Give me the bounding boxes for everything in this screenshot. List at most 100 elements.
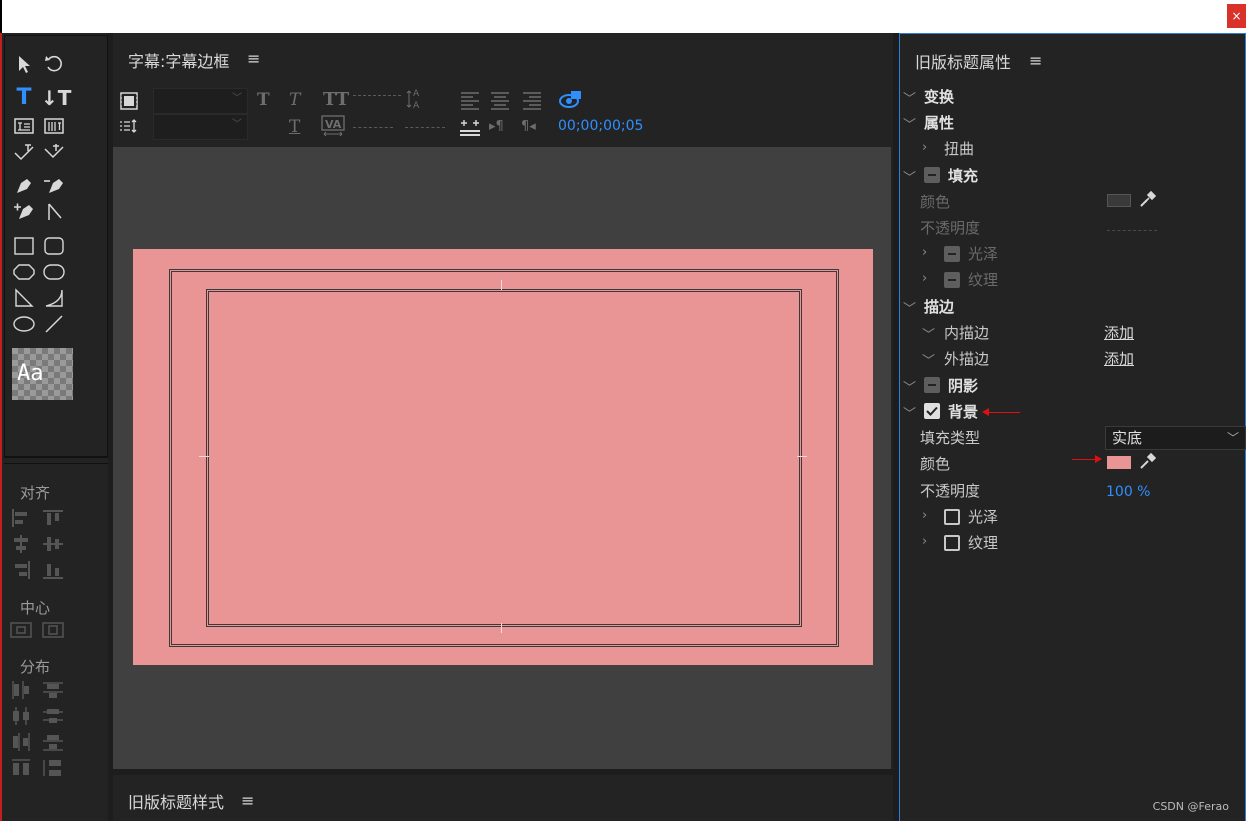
chevron-right-icon[interactable]: › xyxy=(922,508,927,523)
paragraph-forward-icon[interactable]: ▸¶ xyxy=(489,119,504,134)
fill-section[interactable]: 填充 xyxy=(948,165,978,186)
wedge-tool-icon[interactable] xyxy=(11,286,37,310)
convert-anchor-tool-icon[interactable] xyxy=(41,200,67,224)
ellipse-tool-icon[interactable] xyxy=(11,312,37,336)
align-top-icon[interactable] xyxy=(42,508,64,528)
arc-tool-icon[interactable] xyxy=(41,286,67,310)
vertical-type-tool-icon[interactable]: ↓T xyxy=(41,86,71,110)
background-checkbox[interactable] xyxy=(924,403,940,419)
chevron-right-icon[interactable]: › xyxy=(922,245,927,260)
type-tool-icon[interactable]: T xyxy=(11,86,37,110)
italic-icon[interactable]: T xyxy=(289,90,300,110)
rounded-corner-rectangle-tool-icon[interactable] xyxy=(41,260,67,284)
tab-stops-icon[interactable] xyxy=(119,117,139,135)
line-tool-icon[interactable] xyxy=(41,312,67,336)
shadow-checkbox[interactable] xyxy=(924,377,940,393)
align-text-right-icon[interactable] xyxy=(521,90,543,110)
bg-sheen-checkbox[interactable] xyxy=(944,509,960,525)
font-size-icon[interactable]: TT xyxy=(323,89,349,110)
distort-section[interactable]: 扭曲 xyxy=(944,138,974,159)
vertical-area-type-tool-icon[interactable] xyxy=(41,114,67,138)
fill-sheen-checkbox[interactable] xyxy=(944,246,960,262)
delete-anchor-tool-icon[interactable] xyxy=(41,174,67,198)
timecode[interactable]: 00;00;00;05 xyxy=(558,118,643,134)
add-inner-stroke-link[interactable]: 添加 xyxy=(1104,322,1134,343)
distribute-bottom-icon[interactable] xyxy=(42,732,64,752)
distribute-vertical-space-icon[interactable] xyxy=(42,758,64,778)
path-type-tool-icon[interactable] xyxy=(11,140,37,164)
shadow-section[interactable]: 阴影 xyxy=(948,375,978,396)
chevron-down-icon[interactable]: ﹀ xyxy=(922,324,935,343)
fill-texture-checkbox[interactable] xyxy=(944,272,960,288)
add-anchor-tool-icon[interactable] xyxy=(11,200,37,224)
paragraph-back-icon[interactable]: ¶◂ xyxy=(521,119,536,134)
chevron-right-icon[interactable]: › xyxy=(922,140,927,155)
bg-eyedropper-icon[interactable] xyxy=(1138,451,1158,475)
font-family-dropdown[interactable]: ﹀ xyxy=(153,88,248,114)
chevron-down-icon[interactable]: ﹀ xyxy=(903,114,916,133)
baseline-shift-icon[interactable] xyxy=(459,117,481,137)
align-bottom-icon[interactable] xyxy=(42,560,64,580)
center-vertical-icon[interactable] xyxy=(42,620,64,640)
leading-icon[interactable]: AA xyxy=(405,87,427,111)
properties-menu-icon[interactable]: ≡ xyxy=(1029,51,1042,70)
distribute-left-icon[interactable] xyxy=(10,680,32,700)
fill-sheen-section[interactable]: 光泽 xyxy=(968,243,998,264)
background-video-icon[interactable] xyxy=(119,91,139,111)
chevron-right-icon[interactable]: › xyxy=(922,271,927,286)
rectangle-tool-icon[interactable] xyxy=(11,234,37,258)
vertical-path-type-tool-icon[interactable] xyxy=(41,140,67,164)
fill-type-dropdown[interactable]: 实底 ﹀ xyxy=(1105,426,1246,450)
align-text-center-icon[interactable] xyxy=(489,90,511,110)
inner-stroke-section[interactable]: 内描边 xyxy=(944,322,989,343)
fill-checkbox[interactable] xyxy=(924,167,940,183)
show-background-video-icon[interactable] xyxy=(559,89,583,109)
bold-icon[interactable]: T xyxy=(257,90,270,110)
fill-eyedropper-icon[interactable] xyxy=(1138,189,1158,213)
align-center-h-icon[interactable] xyxy=(10,534,32,554)
fill-opacity-value[interactable] xyxy=(1107,230,1157,231)
chevron-down-icon[interactable]: ﹀ xyxy=(922,350,935,369)
bg-color-swatch[interactable] xyxy=(1107,456,1131,469)
strokes-section[interactable]: 描边 xyxy=(924,296,954,317)
distribute-center-v-icon[interactable] xyxy=(42,706,64,726)
font-size-value[interactable] xyxy=(353,95,401,96)
align-left-icon[interactable] xyxy=(10,508,32,528)
distribute-horizontal-space-icon[interactable] xyxy=(10,758,32,778)
align-text-left-icon[interactable] xyxy=(459,90,481,110)
kerning-icon[interactable]: VA xyxy=(321,115,345,137)
close-button[interactable]: × xyxy=(1227,4,1246,28)
kerning-value[interactable] xyxy=(353,127,393,128)
fill-color-swatch[interactable] xyxy=(1107,194,1131,207)
rounded-rectangle-tool-icon[interactable] xyxy=(41,234,67,258)
editor-menu-icon[interactable]: ≡ xyxy=(247,49,260,68)
rotation-tool-icon[interactable] xyxy=(41,52,67,76)
styles-menu-icon[interactable]: ≡ xyxy=(241,791,254,810)
fill-texture-section[interactable]: 纹理 xyxy=(968,269,998,290)
pen-tool-icon[interactable] xyxy=(11,174,37,198)
chevron-down-icon[interactable]: ﹀ xyxy=(903,298,916,317)
selection-tool-icon[interactable] xyxy=(11,52,37,76)
tracking-value[interactable] xyxy=(405,127,445,128)
chevron-down-icon[interactable]: ﹀ xyxy=(903,167,916,186)
outer-stroke-section[interactable]: 外描边 xyxy=(944,348,989,369)
bg-sheen-section[interactable]: 光泽 xyxy=(968,506,998,527)
chevron-down-icon[interactable]: ﹀ xyxy=(903,377,916,396)
background-section[interactable]: 背景 xyxy=(948,401,978,422)
clipped-corner-rectangle-tool-icon[interactable] xyxy=(11,260,37,284)
chevron-right-icon[interactable]: › xyxy=(922,534,927,549)
chevron-down-icon[interactable]: ﹀ xyxy=(903,88,916,107)
distribute-top-icon[interactable] xyxy=(42,680,64,700)
attributes-section[interactable]: 属性 xyxy=(924,112,954,133)
align-right-icon[interactable] xyxy=(10,560,32,580)
center-horizontal-icon[interactable] xyxy=(10,620,32,640)
area-type-tool-icon[interactable] xyxy=(11,114,37,138)
font-style-dropdown[interactable]: ﹀ xyxy=(153,114,248,140)
distribute-right-icon[interactable] xyxy=(10,732,32,752)
transform-section[interactable]: 变换 xyxy=(924,86,954,107)
distribute-center-h-icon[interactable] xyxy=(10,706,32,726)
underline-icon[interactable]: T xyxy=(289,117,300,137)
bg-opacity-value[interactable]: 100 % xyxy=(1106,484,1150,500)
align-center-v-icon[interactable] xyxy=(42,534,64,554)
add-outer-stroke-link[interactable]: 添加 xyxy=(1104,348,1134,369)
